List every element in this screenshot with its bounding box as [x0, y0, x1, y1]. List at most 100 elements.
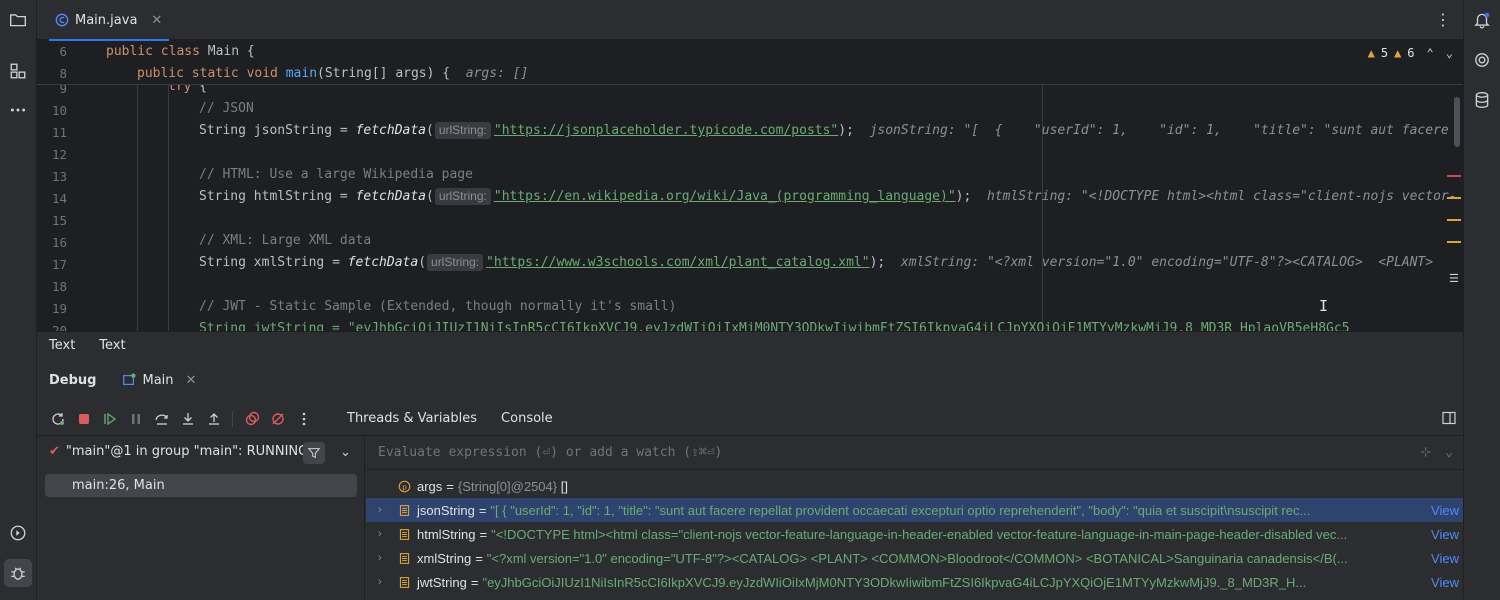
tab-threads-variables[interactable]: Threads & Variables — [335, 402, 489, 436]
variable-value: "[ { "userId": 1, "id": 1, "title": "sun… — [490, 502, 1311, 518]
expand-chevron-icon[interactable]: › — [378, 528, 398, 540]
filter-icon[interactable] — [303, 442, 325, 464]
resume-icon[interactable] — [97, 406, 123, 432]
notifications-bell-icon[interactable] — [1468, 6, 1496, 34]
ai-assistant-icon[interactable] — [1468, 46, 1496, 74]
mute-breakpoints-icon[interactable] — [265, 406, 291, 432]
code-comment: // HTML: Use a large Wikipedia page — [199, 167, 473, 182]
line-number: 11 — [51, 125, 67, 140]
next-problem-icon[interactable]: ⌄ — [1446, 46, 1453, 60]
code-line-html: String htmlString = fetchData(urlString:… — [199, 188, 1457, 205]
field-icon — [398, 528, 411, 541]
variable-name: xmlString — [417, 550, 472, 566]
line-number: 16 — [51, 235, 67, 250]
file-tab-main-java[interactable]: Main.java ✕ — [49, 0, 169, 41]
text-tab[interactable]: Text — [37, 338, 87, 353]
add-watch-icon[interactable]: ⊹ — [1420, 445, 1431, 460]
variable-value: "eyJhbGciOiJIUzI1NiIsInR5cCI6IkpXVCJ9.ey… — [482, 574, 1307, 590]
chevron-down-icon[interactable]: ⌄ — [1445, 445, 1453, 460]
variables-pane: Evaluate expression (⏎) or add a watch (… — [366, 436, 1463, 600]
indent-guide — [137, 85, 138, 331]
line-number: 18 — [51, 279, 67, 294]
debug-title: Debug — [49, 372, 97, 388]
equals-sign: = — [479, 526, 488, 542]
structure-icon[interactable] — [4, 57, 32, 85]
line-number: 6 — [59, 44, 67, 59]
view-value-link[interactable]: View — [1425, 526, 1463, 542]
variable-row[interactable]: › xmlString = "<?xml version="1.0" encoding… — [366, 546, 1463, 570]
code-line-json: String jsonString = fetchData(urlString:… — [199, 122, 1449, 139]
right-tool-strip — [1463, 0, 1500, 600]
step-over-icon[interactable] — [149, 406, 175, 432]
database-icon[interactable] — [1468, 86, 1496, 114]
close-tab-icon[interactable]: ✕ — [151, 13, 162, 28]
view-value-link[interactable]: View — [1425, 502, 1463, 518]
run-config-icon — [123, 373, 137, 385]
pause-icon[interactable] — [123, 406, 149, 432]
problems-indicator[interactable]: ▲ 5 ▲ 6 ⌃ ⌄ — [1368, 46, 1453, 60]
project-folder-icon[interactable] — [4, 6, 32, 34]
warning-stripe-marker[interactable] — [1447, 241, 1461, 243]
debug-session-tab[interactable]: Main ✕ — [122, 373, 196, 388]
variable-name: htmlString — [417, 526, 476, 542]
variable-value: {String[0]@2504} [] — [457, 478, 568, 494]
expand-chevron-icon[interactable]: › — [378, 504, 398, 516]
stop-icon[interactable] — [71, 406, 97, 432]
list-icon[interactable]: ☰ — [1449, 272, 1463, 285]
code-comment: // JWT - Static Sample (Extended, though… — [199, 299, 677, 314]
field-icon — [398, 576, 411, 589]
warning-stripe-marker[interactable] — [1447, 197, 1461, 199]
stack-frame-row[interactable]: main:26, Main — [45, 474, 357, 497]
thread-selector[interactable]: ✔ "main"@1 in group "main": RUNNING — [49, 444, 308, 459]
step-into-icon[interactable] — [175, 406, 201, 432]
previous-problem-icon[interactable]: ⌃ — [1427, 46, 1434, 60]
variable-value: "<!DOCTYPE html><html class="client-nojs… — [491, 526, 1348, 542]
variable-row[interactable]: › jwtString = "eyJhbGciOiJIUzI1NiIsInR5cCI6… — [366, 570, 1463, 594]
code-editor[interactable]: 6 public class Main { 8 public static vo… — [37, 41, 1463, 331]
variable-value: "<?xml version="1.0" encoding="UTF-8"?><… — [486, 550, 1348, 566]
text-tab[interactable]: Text — [87, 338, 137, 353]
chevron-down-icon[interactable]: ⌄ — [340, 445, 351, 460]
sticky-header: 6 public class Main { 8 public static vo… — [37, 41, 1463, 85]
more-options-icon[interactable] — [291, 406, 317, 432]
layout-settings-icon[interactable] — [1441, 410, 1457, 430]
view-value-link[interactable]: View — [1425, 550, 1463, 566]
step-out-icon[interactable] — [201, 406, 227, 432]
view-value-link[interactable]: View — [1425, 574, 1463, 590]
editor-tab-bar: Main.java ✕ ⋮ — [37, 0, 1463, 41]
file-tab-label: Main.java — [75, 12, 138, 28]
tab-options-icon[interactable]: ⋮ — [1435, 10, 1451, 29]
variable-row[interactable]: › jsonString = "[ { "userId": 1, "id": 1, "… — [366, 498, 1463, 522]
services-icon[interactable] — [4, 519, 32, 547]
line-number: 17 — [51, 257, 67, 272]
close-session-icon[interactable]: ✕ — [186, 373, 197, 388]
variable-row[interactable]: › htmlString = "<!DOCTYPE html><html class=… — [366, 522, 1463, 546]
threads-pane: ✔ "main"@1 in group "main": RUNNING ⌄ ma… — [37, 436, 365, 600]
field-icon — [398, 504, 411, 517]
expand-chevron-icon[interactable]: › — [378, 576, 398, 588]
code-comment: // XML: Large XML data — [199, 233, 372, 248]
weak-warning-icon: ▲ — [1394, 46, 1402, 60]
expand-chevron-icon[interactable]: › — [378, 552, 398, 564]
code-comment: // JSON — [199, 101, 254, 116]
debug-bug-icon[interactable] — [4, 559, 32, 587]
view-breakpoints-icon[interactable] — [239, 406, 265, 432]
variable-name: jsonString — [417, 502, 475, 518]
warning-stripe-marker[interactable] — [1447, 219, 1461, 221]
variable-row[interactable]: p args = {String[0]@2504} [] — [366, 474, 1463, 498]
evaluate-expression-field[interactable]: Evaluate expression (⏎) or add a watch (… — [366, 436, 1463, 470]
indent-guide — [168, 85, 169, 331]
equals-sign: = — [470, 574, 479, 590]
code-line-xml: String xmlString = fetchData(urlString: "… — [199, 254, 1434, 271]
more-tools-icon[interactable] — [4, 96, 32, 124]
code-line-jwt: String jwtString = "eyJhbGciOiJIUzI1NiIs… — [199, 321, 1350, 331]
equals-sign: = — [478, 502, 487, 518]
line-number: 12 — [51, 147, 67, 162]
debug-panel: Debug Main ✕ Threads & Variables Console… — [37, 358, 1463, 600]
error-stripe-marker[interactable] — [1447, 175, 1461, 177]
variable-name: jwtString — [417, 574, 467, 590]
editor-scrollbar[interactable] — [1454, 97, 1460, 147]
line-number: 19 — [51, 301, 67, 316]
rerun-icon[interactable] — [45, 406, 71, 432]
tab-console[interactable]: Console — [489, 402, 565, 436]
